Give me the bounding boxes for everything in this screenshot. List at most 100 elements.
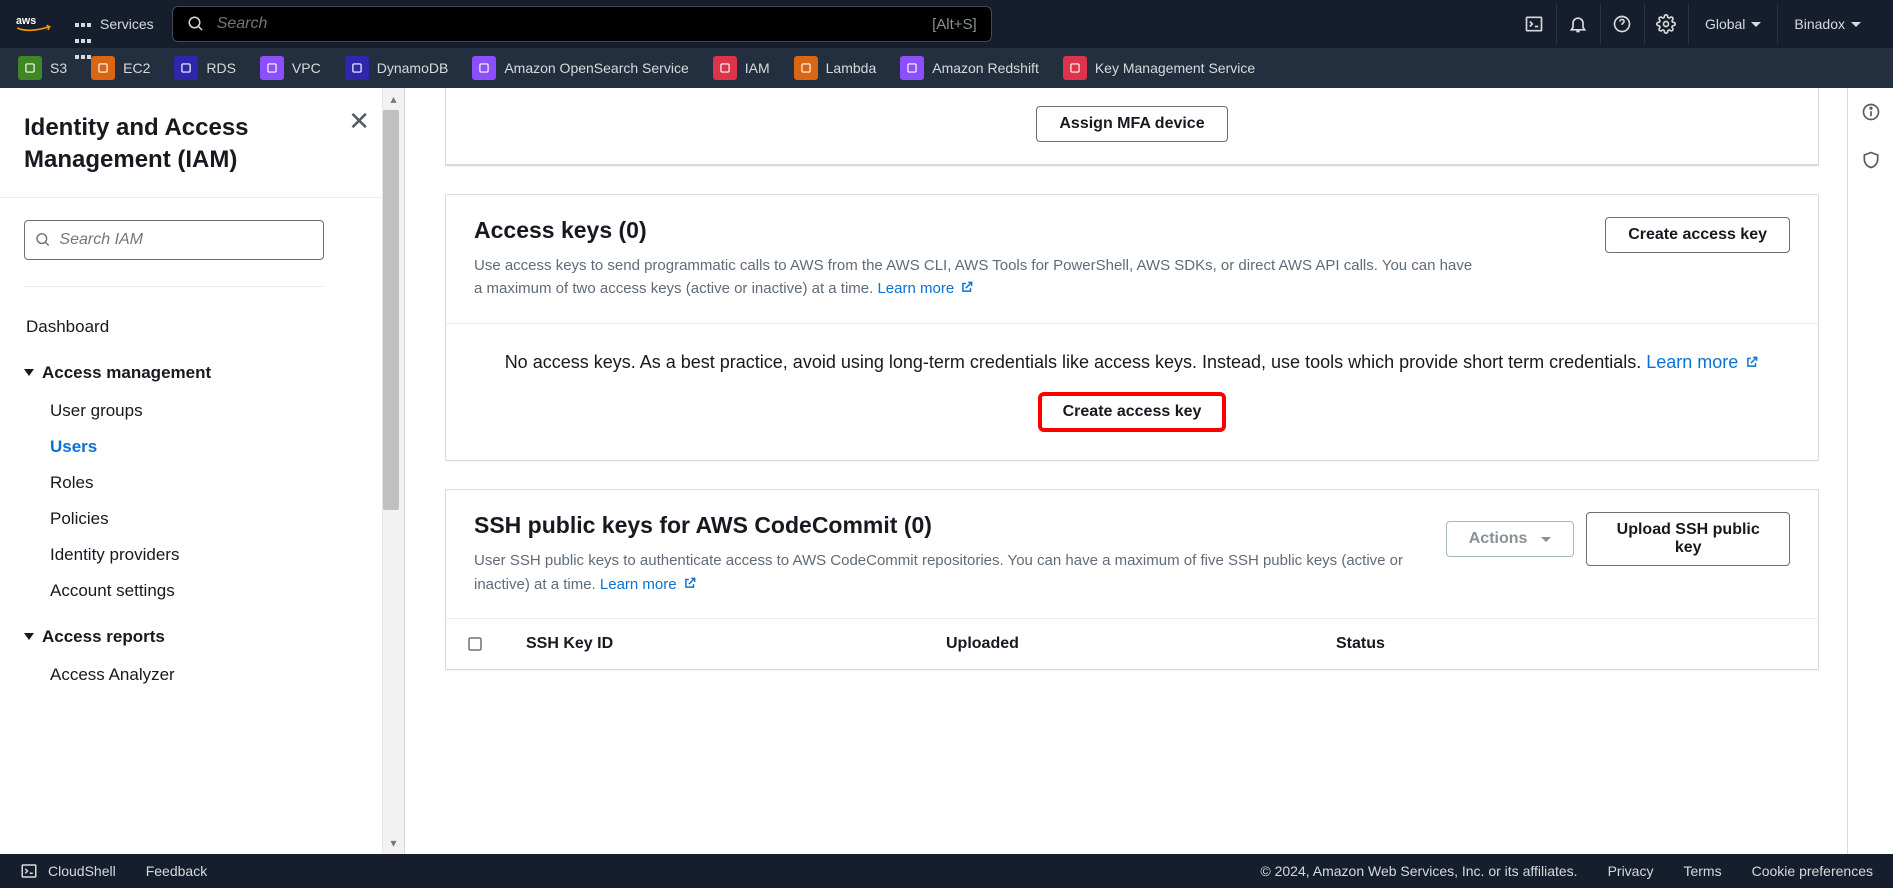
service-label: EC2 [123, 60, 150, 76]
service-label: RDS [206, 60, 236, 76]
global-search[interactable]: [Alt+S] [172, 6, 992, 42]
service-label: Amazon OpenSearch Service [504, 60, 688, 76]
sidebar-search[interactable] [24, 220, 324, 260]
service-shortcut[interactable]: Key Management Service [1057, 56, 1261, 80]
ssh-actions-button[interactable]: Actions [1446, 521, 1575, 557]
privacy-link[interactable]: Privacy [1608, 863, 1654, 879]
nav-section-access-reports[interactable]: Access reports [24, 609, 358, 657]
service-label: VPC [292, 60, 321, 76]
top-nav-right: Global Binadox [1512, 4, 1877, 44]
search-icon [187, 15, 205, 33]
service-shortcut[interactable]: IAM [707, 56, 776, 80]
main-content: Assign MFA device Access keys (0) Use ac… [405, 88, 1893, 854]
caret-down-icon [1751, 22, 1761, 27]
scroll-up-arrow[interactable]: ▴ [383, 88, 404, 110]
ssh-keys-title: SSH public keys for AWS CodeCommit (0) [474, 512, 1428, 539]
sidebar-scrollbar[interactable]: ▴ ▾ [382, 88, 404, 854]
nav-identity-providers[interactable]: Identity providers [48, 537, 358, 573]
security-icon[interactable] [1861, 150, 1881, 170]
service-label: DynamoDB [377, 60, 449, 76]
help-icon[interactable] [1600, 4, 1644, 44]
region-selector[interactable]: Global [1688, 4, 1777, 44]
service-label: IAM [745, 60, 770, 76]
service-icon [794, 56, 818, 80]
sidebar: Identity and Access Management (IAM) ✕ D… [0, 88, 405, 854]
scroll-down-arrow[interactable]: ▾ [383, 832, 404, 854]
cookie-preferences-link[interactable]: Cookie preferences [1752, 863, 1873, 879]
triangle-down-icon [24, 369, 34, 376]
search-input[interactable] [217, 15, 932, 33]
learn-more-link[interactable]: Learn more [600, 576, 697, 593]
column-ssh-key-id[interactable]: SSH Key ID [506, 619, 926, 669]
service-icon [174, 56, 198, 80]
scrollbar-thumb[interactable] [383, 110, 399, 510]
services-label: Services [100, 16, 154, 32]
copyright-text: © 2024, Amazon Web Services, Inc. or its… [1260, 863, 1577, 879]
svg-text:aws: aws [16, 15, 36, 27]
service-shortcut[interactable]: RDS [168, 56, 242, 80]
access-keys-panel: Access keys (0) Use access keys to send … [445, 194, 1819, 461]
access-keys-description: Use access keys to send programmatic cal… [474, 254, 1474, 301]
ssh-keys-description: User SSH public keys to authenticate acc… [474, 549, 1428, 596]
service-icon [260, 56, 284, 80]
nav-dashboard[interactable]: Dashboard [24, 309, 358, 345]
service-shortcut[interactable]: DynamoDB [339, 56, 455, 80]
caret-down-icon [1851, 22, 1861, 27]
cloudshell-icon[interactable] [20, 862, 38, 880]
service-icon [472, 56, 496, 80]
aws-logo[interactable]: aws [16, 12, 56, 36]
services-menu[interactable]: Services [74, 15, 154, 33]
service-shortcut-bar: S3 EC2 RDS VPC DynamoDB Amazon OpenSearch Ser… [0, 48, 1893, 88]
service-shortcut[interactable]: S3 [12, 56, 73, 80]
service-shortcut[interactable]: Lambda [788, 56, 883, 80]
service-icon [900, 56, 924, 80]
nav-access-analyzer[interactable]: Access Analyzer [48, 657, 358, 693]
service-shortcut[interactable]: VPC [254, 56, 327, 80]
sidebar-close-button[interactable]: ✕ [348, 106, 370, 137]
nav-account-settings[interactable]: Account settings [48, 573, 358, 609]
service-icon [713, 56, 737, 80]
create-access-key-button-main[interactable]: Create access key [1040, 394, 1225, 430]
account-menu[interactable]: Binadox [1777, 4, 1877, 44]
nav-policies[interactable]: Policies [48, 501, 358, 537]
service-shortcut[interactable]: EC2 [85, 56, 156, 80]
upload-ssh-key-button[interactable]: Upload SSH public key [1586, 512, 1790, 566]
service-label: S3 [50, 60, 67, 76]
assign-mfa-button[interactable]: Assign MFA device [1036, 106, 1227, 142]
nav-roles[interactable]: Roles [48, 465, 358, 501]
service-icon [1063, 56, 1087, 80]
select-all-checkbox[interactable] [446, 619, 506, 669]
feedback-link[interactable]: Feedback [146, 863, 207, 879]
nav-users[interactable]: Users [48, 429, 358, 465]
top-nav: aws Services [Alt+S] Global Binadox [0, 0, 1893, 48]
create-access-key-button-top[interactable]: Create access key [1605, 217, 1790, 253]
cloudshell-link[interactable]: CloudShell [48, 863, 116, 879]
external-link-icon [683, 576, 697, 590]
info-icon[interactable] [1861, 102, 1881, 122]
mfa-panel: Assign MFA device [445, 88, 1819, 166]
terms-link[interactable]: Terms [1683, 863, 1721, 879]
service-label: Amazon Redshift [932, 60, 1039, 76]
sidebar-search-input[interactable] [59, 231, 313, 249]
settings-icon[interactable] [1644, 4, 1688, 44]
service-icon [91, 56, 115, 80]
learn-more-link[interactable]: Learn more [877, 280, 974, 297]
nav-user-groups[interactable]: User groups [48, 393, 358, 429]
column-status[interactable]: Status [1316, 619, 1818, 669]
service-icon [345, 56, 369, 80]
cloudshell-icon[interactable] [1512, 4, 1556, 44]
external-link-icon [960, 280, 974, 294]
ssh-keys-panel: SSH public keys for AWS CodeCommit (0) U… [445, 489, 1819, 670]
nav-section-access-management[interactable]: Access management [24, 345, 358, 393]
grid-icon [74, 15, 92, 33]
caret-down-icon [1541, 537, 1551, 542]
external-link-icon [1745, 355, 1759, 369]
service-shortcut[interactable]: Amazon OpenSearch Service [466, 56, 694, 80]
access-keys-empty-text: No access keys. As a best practice, avoi… [474, 348, 1790, 377]
ssh-table-header: SSH Key ID Uploaded Status [446, 618, 1818, 669]
column-uploaded[interactable]: Uploaded [926, 619, 1316, 669]
notifications-icon[interactable] [1556, 4, 1600, 44]
service-shortcut[interactable]: Amazon Redshift [894, 56, 1045, 80]
learn-more-link[interactable]: Learn more [1646, 352, 1759, 372]
right-help-rail [1847, 88, 1893, 854]
